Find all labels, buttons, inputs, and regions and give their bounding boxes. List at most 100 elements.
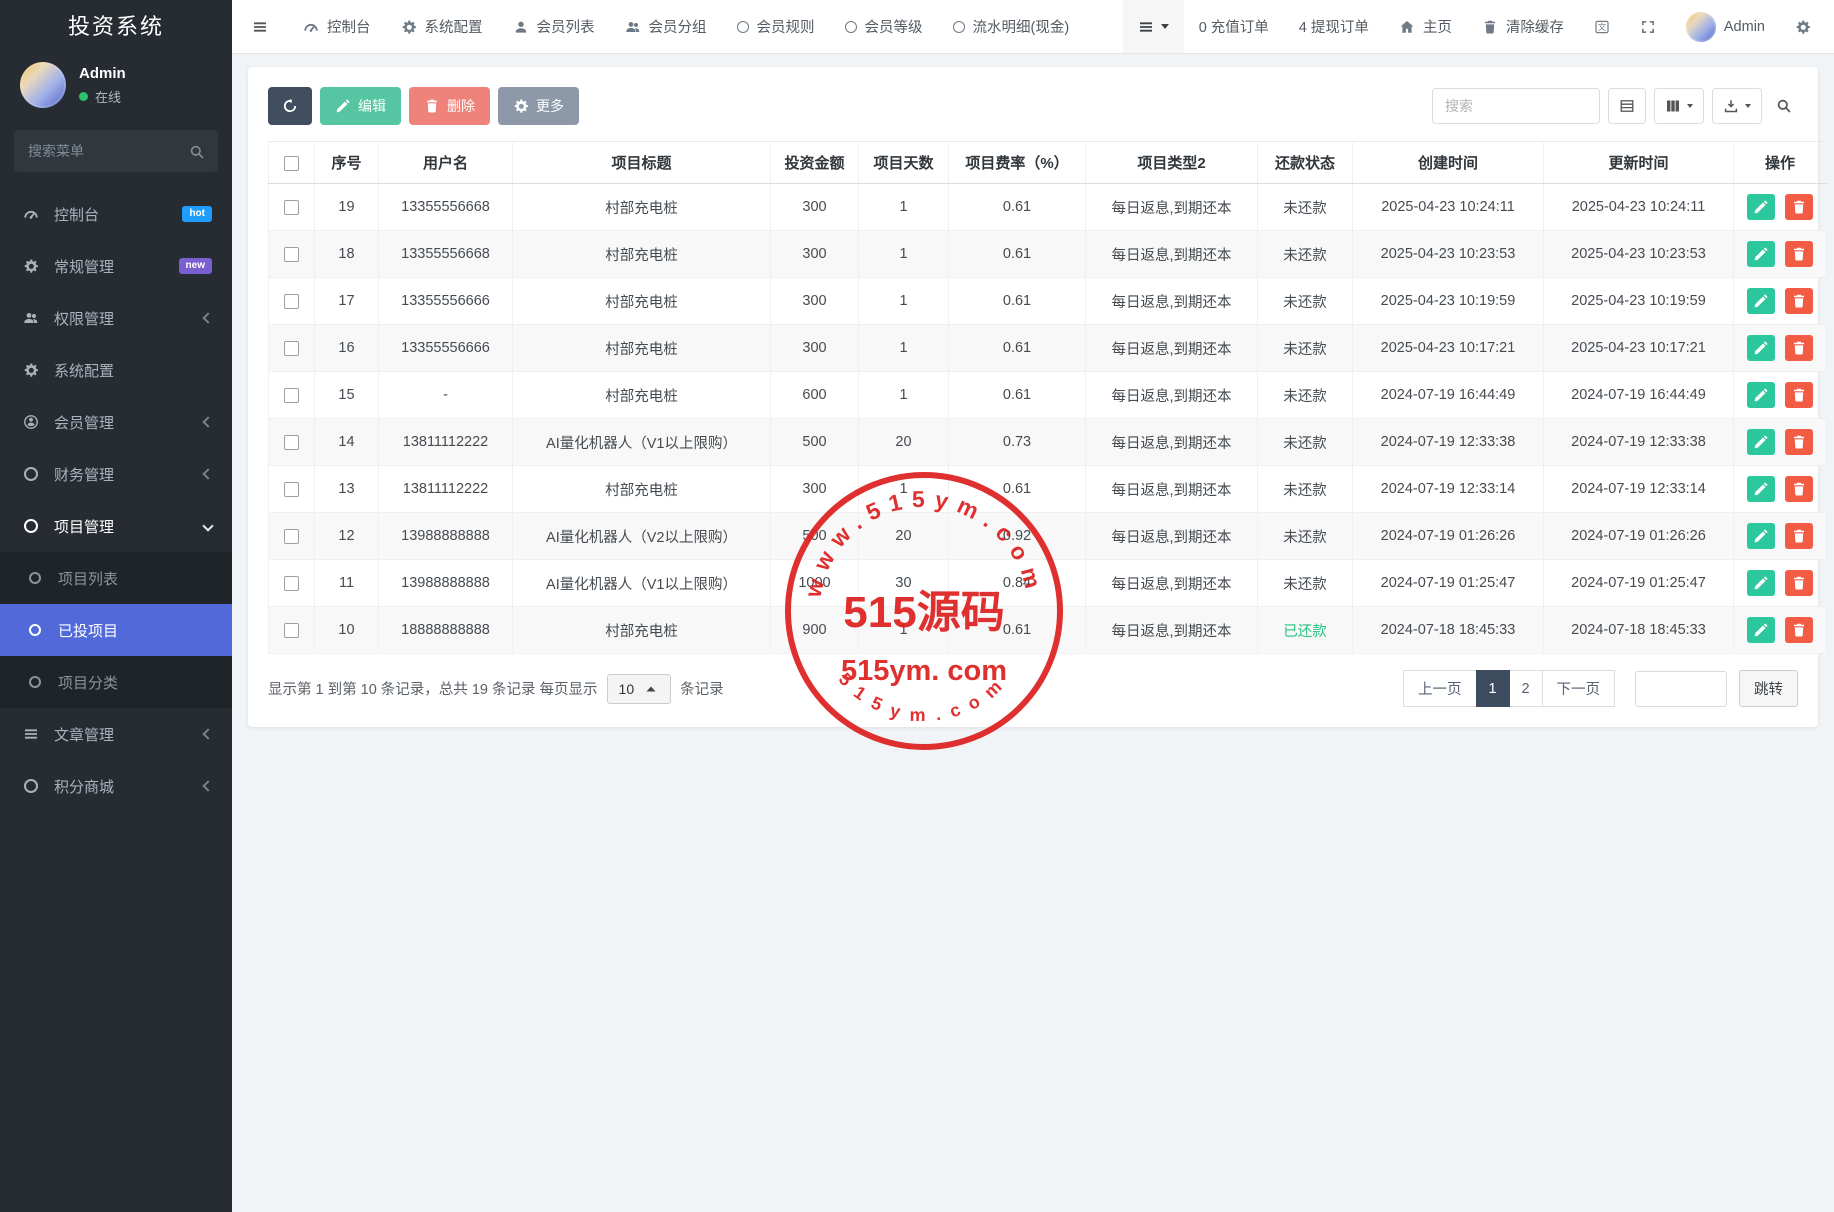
home-link[interactable]: 主页 xyxy=(1384,0,1467,53)
topnav-item-member-groups[interactable]: 会员分组 xyxy=(610,0,722,53)
columns-button[interactable] xyxy=(1654,88,1704,124)
row-delete-button[interactable] xyxy=(1784,617,1813,643)
row-checkbox[interactable] xyxy=(284,575,299,591)
row-checkbox[interactable] xyxy=(284,481,299,497)
pencil-icon xyxy=(1753,199,1769,215)
menu-toggle-button[interactable] xyxy=(232,0,288,53)
sidebar-item-permissions[interactable]: 权限管理 xyxy=(0,292,232,344)
topnav-item-member-rules[interactable]: 会员规则 xyxy=(722,0,830,53)
delete-button[interactable]: 删除 xyxy=(409,87,490,125)
nav-overflow-dropdown[interactable] xyxy=(1122,0,1184,53)
row-delete-button[interactable] xyxy=(1784,194,1813,220)
row-checkbox[interactable] xyxy=(284,293,299,309)
row-edit-button[interactable] xyxy=(1747,570,1776,596)
row-checkbox[interactable] xyxy=(284,622,299,638)
sidebar-item-dashboard[interactable]: 控制台 hot xyxy=(0,188,232,240)
row-delete-button[interactable] xyxy=(1784,335,1813,361)
topnav-item-label: 控制台 xyxy=(327,20,371,36)
withdraw-orders-link[interactable]: 4 提现订单 xyxy=(1284,0,1384,53)
admin-menu[interactable]: Admin xyxy=(1671,0,1780,53)
sidebar-search-input[interactable] xyxy=(14,130,218,172)
more-button[interactable]: 更多 xyxy=(498,87,579,125)
pencil-icon xyxy=(1753,434,1769,450)
row-edit-button[interactable] xyxy=(1747,241,1776,267)
toggle-view-button[interactable] xyxy=(1608,88,1646,124)
refresh-button[interactable] xyxy=(268,87,312,125)
page-button-2[interactable]: 2 xyxy=(1508,670,1543,707)
select-all-checkbox[interactable] xyxy=(284,155,299,171)
search-button[interactable] xyxy=(1770,98,1798,114)
sidebar-item-project-list[interactable]: 项目列表 xyxy=(0,552,232,604)
language-button[interactable] xyxy=(1579,0,1625,53)
cell-amount: 500 xyxy=(770,418,859,466)
fullscreen-button[interactable] xyxy=(1625,0,1671,53)
row-edit-button[interactable] xyxy=(1747,476,1776,502)
sidebar-item-project-categories[interactable]: 项目分类 xyxy=(0,656,232,708)
sidebar-item-general[interactable]: 常规管理 new xyxy=(0,240,232,292)
next-page-button[interactable]: 下一页 xyxy=(1541,670,1615,707)
circle-icon xyxy=(22,467,40,481)
page-button-1[interactable]: 1 xyxy=(1475,670,1510,707)
table-search-input[interactable] xyxy=(1432,88,1600,124)
row-delete-button[interactable] xyxy=(1784,429,1813,455)
sidebar-item-articles[interactable]: 文章管理 xyxy=(0,708,232,760)
row-checkbox[interactable] xyxy=(284,434,299,450)
sidebar-item-projects[interactable]: 项目管理 xyxy=(0,500,232,552)
cell-type: 每日返息,到期还本 xyxy=(1085,465,1258,513)
recharge-orders-link[interactable]: 0 充值订单 xyxy=(1184,0,1284,53)
row-edit-button[interactable] xyxy=(1747,382,1776,408)
edit-button[interactable]: 编辑 xyxy=(320,87,401,125)
gear-icon xyxy=(22,362,40,378)
row-checkbox[interactable] xyxy=(284,340,299,356)
sidebar-item-points-mall[interactable]: 积分商城 xyxy=(0,760,232,812)
topnav-item-dashboard[interactable]: 控制台 xyxy=(288,0,386,53)
row-checkbox[interactable] xyxy=(284,199,299,215)
chevron-down-icon xyxy=(202,520,214,532)
row-edit-button[interactable] xyxy=(1747,335,1776,361)
topnav-item-member-levels[interactable]: 会员等级 xyxy=(830,0,938,53)
table-row: 18 13355556668 村部充电桩 300 1 0.61 每日返息,到期还… xyxy=(268,230,1827,278)
admin-avatar xyxy=(1685,11,1716,42)
sidebar-item-system-config[interactable]: 系统配置 xyxy=(0,344,232,396)
row-edit-button[interactable] xyxy=(1747,194,1776,220)
row-checkbox[interactable] xyxy=(284,387,299,403)
topnav-item-cash-flow[interactable]: 流水明细(现金) xyxy=(938,0,1085,53)
cell-seq: 19 xyxy=(314,183,379,231)
row-checkbox[interactable] xyxy=(284,246,299,262)
row-edit-button[interactable] xyxy=(1747,429,1776,455)
row-delete-button[interactable] xyxy=(1784,382,1813,408)
topnav-item-label: 会员等级 xyxy=(864,20,923,36)
row-delete-button[interactable] xyxy=(1784,476,1813,502)
row-delete-button[interactable] xyxy=(1784,523,1813,549)
sidebar-user-block: Admin 在线 xyxy=(0,54,232,122)
settings-button[interactable] xyxy=(1780,0,1826,53)
cell-title: 村部充电桩 xyxy=(512,606,771,654)
row-delete-button[interactable] xyxy=(1784,570,1813,596)
cell-type: 每日返息,到期还本 xyxy=(1085,183,1258,231)
jump-page-input[interactable] xyxy=(1635,670,1727,707)
prev-page-button[interactable]: 上一页 xyxy=(1403,670,1477,707)
sidebar-item-invested-projects[interactable]: 已投项目 xyxy=(0,604,232,656)
row-edit-button[interactable] xyxy=(1747,523,1776,549)
jump-button[interactable]: 跳转 xyxy=(1739,670,1798,707)
sidebar-item-finance[interactable]: 财务管理 xyxy=(0,448,232,500)
trash-icon xyxy=(1791,434,1807,450)
topnav-item-system-config[interactable]: 系统配置 xyxy=(386,0,498,53)
cell-rate: 0.61 xyxy=(948,230,1086,278)
row-delete-button[interactable] xyxy=(1784,288,1813,314)
sidebar-item-members[interactable]: 会员管理 xyxy=(0,396,232,448)
sidebar-item-label: 系统配置 xyxy=(54,362,115,380)
sidebar-menu: 控制台 hot 常规管理 new 权限管理 系统配置 会员管理 财务管理 项目管… xyxy=(0,188,232,1212)
topnav-item-member-list[interactable]: 会员列表 xyxy=(498,0,610,53)
row-delete-button[interactable] xyxy=(1784,241,1813,267)
cell-rate: 0.61 xyxy=(948,371,1086,419)
row-edit-button[interactable] xyxy=(1747,288,1776,314)
page-size-select[interactable]: 10 xyxy=(606,673,672,704)
clear-cache-link[interactable]: 清除缓存 xyxy=(1467,0,1579,53)
row-edit-button[interactable] xyxy=(1747,617,1776,643)
row-checkbox[interactable] xyxy=(284,528,299,544)
cell-seq: 13 xyxy=(314,465,379,513)
export-button[interactable] xyxy=(1712,88,1762,124)
table-wrap: 序号 用户名 项目标题 投资金额 项目天数 项目费率（%） 项目类型2 还款状态… xyxy=(268,141,1827,654)
cell-type: 每日返息,到期还本 xyxy=(1085,324,1258,372)
